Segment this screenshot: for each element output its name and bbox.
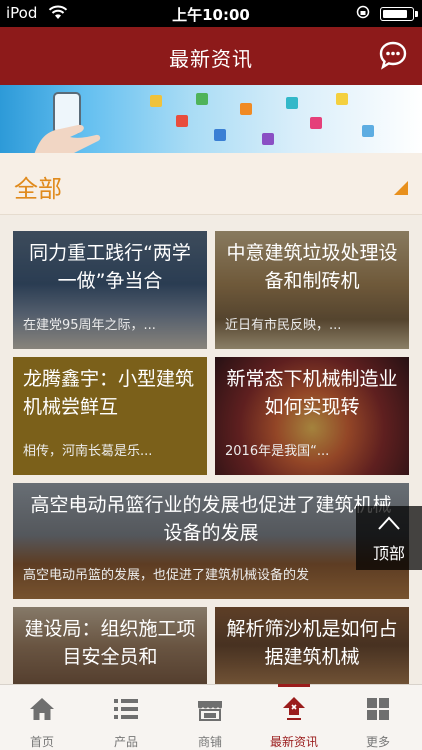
article-card[interactable]: 中意建筑垃圾处理设备和制砖机 近日有市民反映，... <box>215 231 409 349</box>
triangle-corner-icon <box>394 181 408 195</box>
tab-label: 产品 <box>113 735 138 749</box>
promo-banner[interactable] <box>0 85 422 153</box>
article-card[interactable]: 同力重工践行“两学一做”争当合 在建党95周年之际，... <box>13 231 207 349</box>
app-tile <box>196 93 208 105</box>
article-summary: 2016年是我国“... <box>225 444 330 459</box>
tab-shop[interactable]: 商铺 <box>168 685 252 750</box>
app-tile <box>150 95 162 107</box>
category-filter[interactable]: 全部 <box>0 153 422 215</box>
back-to-top-label: 顶部 <box>372 544 405 563</box>
app-tile <box>310 117 322 129</box>
battery-icon <box>380 7 418 21</box>
article-summary: 相传，河南长葛是乐... <box>23 444 153 459</box>
article-summary: 近日有市民反映，... <box>225 318 342 333</box>
app-tile <box>240 103 252 115</box>
article-card[interactable]: 龙腾鑫宇：小型建筑机械尝鲜互 相传，河南长葛是乐... <box>13 357 207 475</box>
article-title: 中意建筑垃圾处理设备和制砖机 <box>226 242 398 292</box>
grid-icon <box>367 698 389 720</box>
filter-label: 全部 <box>14 175 62 203</box>
home-icon <box>30 698 54 720</box>
bottom-tab-bar: 首页 产品 商铺 最新资讯 更多 <box>0 684 422 750</box>
article-title: 同力重工践行“两学一做”争当合 <box>29 242 191 292</box>
back-to-top-button[interactable]: 顶部 <box>356 506 422 570</box>
nav-bar: 最新资讯 <box>0 27 422 85</box>
app-tile <box>262 133 274 145</box>
app-screen: iPod 上午10:00 最新资讯 全部 同力重工践行“两学一做”争当合 在建党… <box>0 0 422 750</box>
article-title: 建设局：组织施工项目安全员和 <box>24 618 196 668</box>
chevron-up-icon <box>378 516 400 530</box>
article-summary: 高空电动吊篮的发展，也促进了建筑机械设备的发 <box>23 568 310 583</box>
page-title: 最新资讯 <box>169 47 253 71</box>
list-icon <box>114 699 138 719</box>
rotation-lock-icon <box>356 5 370 19</box>
tab-more[interactable]: 更多 <box>336 685 420 750</box>
tab-home[interactable]: 首页 <box>0 685 84 750</box>
hand-phone-illustration <box>34 92 101 153</box>
status-bar: iPod 上午10:00 <box>0 0 422 27</box>
app-tile <box>176 115 188 127</box>
speech-bubble-icon[interactable] <box>378 40 408 70</box>
tab-label: 最新资讯 <box>269 735 318 749</box>
article-title: 解析筛沙机是如何占据建筑机械 <box>226 618 398 668</box>
article-card[interactable]: 高空电动吊篮行业的发展也促进了建筑机械设备的发展 高空电动吊篮的发展，也促进了建… <box>13 483 409 599</box>
article-title: 高空电动吊篮行业的发展也促进了建筑机械设备的发展 <box>30 494 392 544</box>
article-title: 新常态下机械制造业如何实现转 <box>226 368 398 418</box>
tab-news[interactable]: 最新资讯 <box>252 684 336 750</box>
tab-products[interactable]: 产品 <box>84 685 168 750</box>
article-card[interactable]: 解析筛沙机是如何占据建筑机械 <box>215 607 409 684</box>
article-card[interactable]: 建设局：组织施工项目安全员和 <box>13 607 207 684</box>
news-icon <box>283 697 305 720</box>
app-tile <box>214 129 226 141</box>
article-title: 龙腾鑫宇：小型建筑机械尝鲜互 <box>23 368 195 418</box>
app-tile <box>286 97 298 109</box>
article-card[interactable]: 新常态下机械制造业如何实现转 2016年是我国“... <box>215 357 409 475</box>
tab-label: 商铺 <box>197 735 222 749</box>
app-tile <box>362 125 374 137</box>
tab-label: 首页 <box>29 735 54 749</box>
shop-icon <box>198 701 222 721</box>
tab-label: 更多 <box>365 735 390 749</box>
article-summary: 在建党95周年之际，... <box>23 318 156 333</box>
app-tile <box>336 93 348 105</box>
